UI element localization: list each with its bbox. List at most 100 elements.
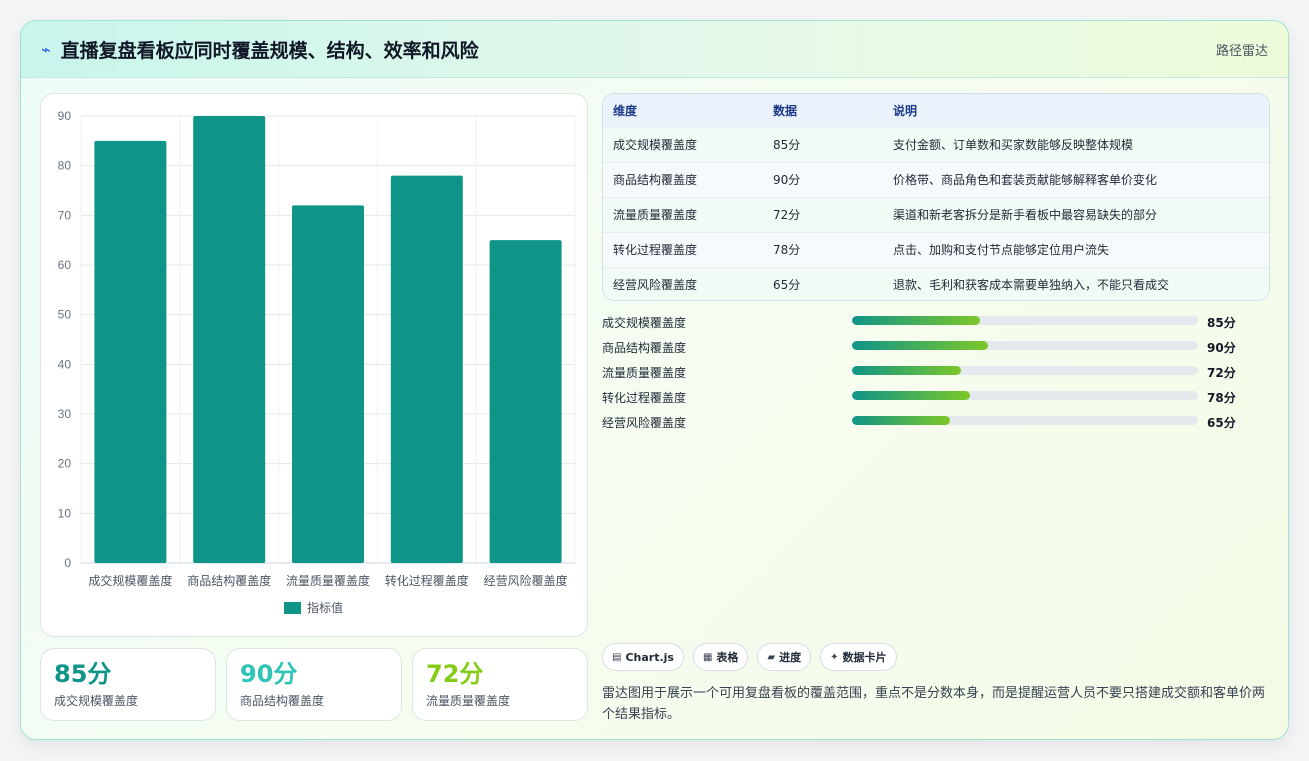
- progress-row: 流量质量覆盖度 72分: [602, 361, 1270, 386]
- table-header: 说明: [893, 103, 918, 118]
- table-cell: 65分: [773, 278, 801, 293]
- progress-fill: [852, 316, 981, 325]
- x-tick-label: 商品结构覆盖度: [187, 573, 271, 588]
- y-tick-label: 20: [58, 457, 72, 471]
- table-cell: 流量质量覆盖度: [613, 208, 698, 222]
- chart-icon: ▤: [612, 651, 622, 663]
- x-tick-label: 经营风险覆盖度: [484, 573, 568, 588]
- progress-row: 经营风险覆盖度 65分: [602, 411, 1270, 436]
- legend-swatch: [284, 602, 301, 614]
- progress-row: 商品结构覆盖度 90分: [602, 336, 1270, 361]
- x-tick-label: 转化过程覆盖度: [385, 573, 469, 588]
- tag-label: 进度: [779, 651, 802, 664]
- stat-card-2: 90分 商品结构覆盖度: [226, 648, 402, 721]
- table-row: 流量质量覆盖度 72分 渠道和新老客拆分是新手看板中最容易缺失的部分: [603, 197, 1269, 232]
- table-cell: 价格带、商品角色和套装贡献能够解释客单价变化: [893, 173, 1158, 187]
- y-tick-label: 0: [64, 556, 71, 570]
- y-tick-label: 50: [58, 308, 72, 322]
- tag-data-card[interactable]: ✦ 数据卡片: [820, 643, 897, 671]
- page-title: 直播复盘看板应同时覆盖规模、结构、效率和风险: [60, 39, 479, 62]
- lightning-icon: ⌁: [41, 39, 51, 59]
- tag-label: Chart.js: [625, 650, 674, 664]
- table-cell: 退款、毛利和获客成本需要单独纳入，不能只看成交: [893, 278, 1170, 293]
- table-cell: 成交规模覆盖度: [613, 138, 698, 152]
- table-cell: 90分: [773, 173, 801, 187]
- bar-chart-panel: 0 10 20 30 40 50 60 70 80 90 成交规模覆盖度 商品结构覆盖度 流量质量覆盖度…: [40, 93, 588, 637]
- tag-label: 数据卡片: [842, 651, 887, 664]
- data-table: 维度 数据 说明 成交规模覆盖度 85分 支付金额、订单数和买家数能够反映整体规…: [602, 93, 1270, 301]
- table-row: 转化过程覆盖度 78分 点击、加购和支付节点能够定位用户流失: [603, 232, 1269, 267]
- table-cell: 72分: [773, 208, 801, 222]
- progress-row: 转化过程覆盖度 78分: [602, 386, 1270, 411]
- table-cell: 经营风险覆盖度: [613, 278, 698, 293]
- y-tick-label: 90: [58, 109, 72, 123]
- stat-card-3: 72分 流量质量覆盖度: [412, 648, 588, 721]
- table-row: 经营风险覆盖度 65分 退款、毛利和获客成本需要单独纳入，不能只看成交: [603, 267, 1269, 300]
- y-tick-label: 70: [58, 208, 72, 222]
- y-tick-label: 60: [58, 258, 72, 272]
- progress-fill: [852, 416, 950, 425]
- table-header: 维度: [613, 103, 638, 118]
- progress-row: 成交规模覆盖度 85分: [602, 311, 1270, 336]
- progress-fill: [852, 366, 961, 375]
- table-cell: 支付金额、订单数和买家数能够反映整体规模: [893, 138, 1134, 152]
- bar: [390, 175, 463, 563]
- progress-label: 成交规模覆盖度: [602, 316, 687, 330]
- progress-list: 成交规模覆盖度 85分 商品结构覆盖度 90分 流量质量覆盖度 72分 转化过程…: [602, 311, 1270, 436]
- x-tick-label: 流量质量覆盖度: [286, 573, 370, 588]
- y-tick-label: 40: [58, 357, 72, 371]
- y-tick-label: 80: [58, 159, 72, 173]
- bar: [292, 205, 364, 563]
- description: 雷达图用于展示一个可用复盘看板的覆盖范围，重点不是分数本身，而是提醒运营人员不要…: [602, 686, 1266, 722]
- progress-fill: [852, 341, 988, 350]
- y-tick-label: 10: [58, 506, 72, 520]
- tag-progress[interactable]: ▰ 进度: [757, 643, 812, 671]
- table-icon: ▦: [702, 651, 713, 663]
- dashboard-card: ⌁ 直播复盘看板应同时覆盖规模、结构、效率和风险 路径雷达 0 10 20 30 40 5…: [20, 20, 1289, 740]
- table-cell: 85分: [773, 138, 801, 152]
- tag-table[interactable]: ▦ 表格: [692, 643, 749, 671]
- progress-fill: [852, 391, 970, 400]
- progress-value: 85分: [1207, 316, 1236, 330]
- tag-label: 表格: [716, 651, 739, 664]
- progress-icon: ▰: [767, 651, 776, 663]
- y-tick-label: 30: [58, 407, 72, 421]
- progress-value: 90分: [1207, 341, 1236, 355]
- table-row: 商品结构覆盖度 90分 价格带、商品角色和套装贡献能够解释客单价变化: [603, 162, 1269, 197]
- stat-card-1: 85分 成交规模覆盖度: [40, 648, 216, 721]
- progress-track: [852, 316, 1198, 325]
- progress-track: [852, 366, 1198, 375]
- tag-chartjs[interactable]: ▤ Chart.js: [602, 643, 684, 671]
- table-cell: 转化过程覆盖度: [613, 243, 698, 257]
- progress-label: 商品结构覆盖度: [602, 341, 687, 355]
- table-header-row: 维度 数据 说明: [603, 94, 1269, 127]
- progress-track: [852, 391, 1198, 400]
- stat-value: 85分: [54, 660, 112, 688]
- progress-value: 78分: [1207, 391, 1236, 405]
- stat-value: 72分: [426, 660, 484, 688]
- legend-label: 指标值: [307, 600, 343, 615]
- progress-value: 65分: [1207, 416, 1236, 430]
- bar-chart: 0 10 20 30 40 50 60 70 80 90 成交规模覆盖度 商品结构覆盖度 流量质量覆盖度…: [58, 109, 576, 615]
- table-cell: 点击、加购和支付节点能够定位用户流失: [893, 243, 1110, 257]
- table-cell: 78分: [773, 243, 801, 257]
- header: ⌁ 直播复盘看板应同时覆盖规模、结构、效率和风险 路径雷达: [21, 21, 1288, 78]
- progress-value: 72分: [1207, 366, 1236, 380]
- tag-list: ▤ Chart.js ▦ 表格 ▰ 进度 ✦ 数据卡片: [602, 643, 897, 671]
- progress-track: [852, 341, 1198, 350]
- progress-track: [852, 416, 1198, 425]
- stat-label: 流量质量覆盖度: [426, 694, 511, 708]
- sparkle-icon: ✦: [830, 651, 839, 663]
- stat-label: 成交规模覆盖度: [54, 694, 139, 708]
- stat-value: 90分: [240, 660, 298, 688]
- header-right-label: 路径雷达: [1215, 43, 1268, 59]
- bar: [193, 116, 266, 563]
- table-row: 成交规模覆盖度 85分 支付金额、订单数和买家数能够反映整体规模: [603, 127, 1269, 162]
- table-header: 数据: [773, 103, 798, 118]
- progress-label: 流量质量覆盖度: [602, 366, 687, 380]
- progress-label: 经营风险覆盖度: [602, 416, 687, 430]
- table-cell: 商品结构覆盖度: [613, 173, 698, 187]
- bar: [489, 240, 562, 563]
- table-cell: 渠道和新老客拆分是新手看板中最容易缺失的部分: [893, 208, 1158, 222]
- stat-label: 商品结构覆盖度: [240, 694, 325, 708]
